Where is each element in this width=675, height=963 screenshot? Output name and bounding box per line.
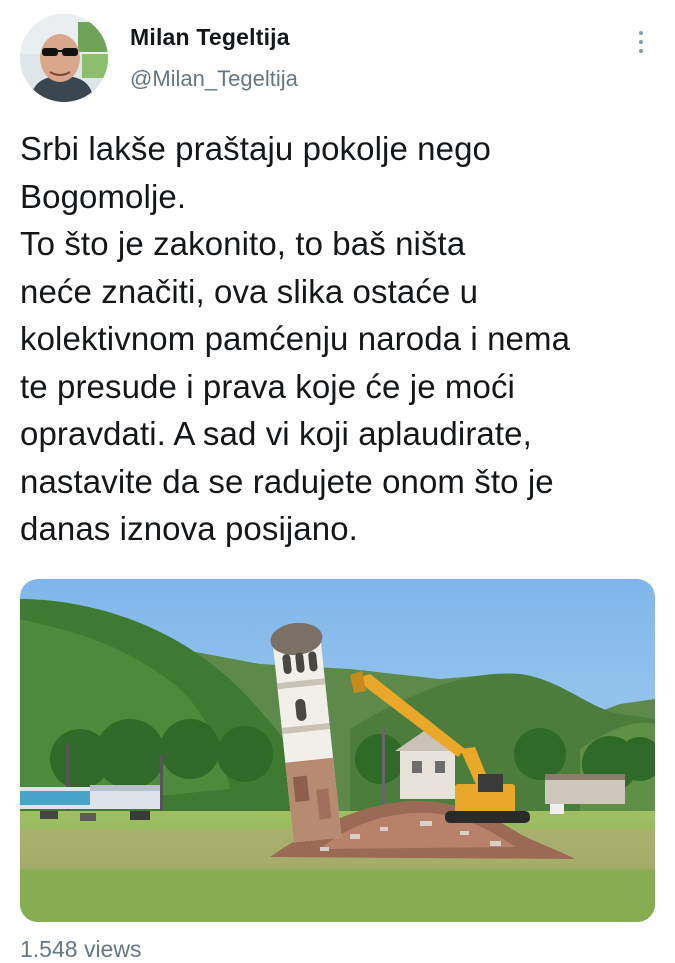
- author-handle[interactable]: @Milan_Tegeltija: [130, 66, 298, 92]
- author-avatar[interactable]: [20, 14, 108, 102]
- more-vertical-icon-dot: [639, 49, 643, 53]
- author-display-name[interactable]: Milan Tegeltija: [130, 24, 290, 51]
- tweet-photo[interactable]: [20, 579, 655, 922]
- more-vertical-icon: [639, 31, 643, 35]
- tweet-header: Milan Tegeltija @Milan_Tegeltija: [0, 0, 675, 110]
- tweet-text: Srbi lakše praštaju pokolje nego Bogomol…: [20, 130, 571, 547]
- more-options-button[interactable]: [626, 24, 656, 60]
- more-vertical-icon-dot: [639, 40, 643, 44]
- view-count: 1.548 views: [20, 936, 142, 962]
